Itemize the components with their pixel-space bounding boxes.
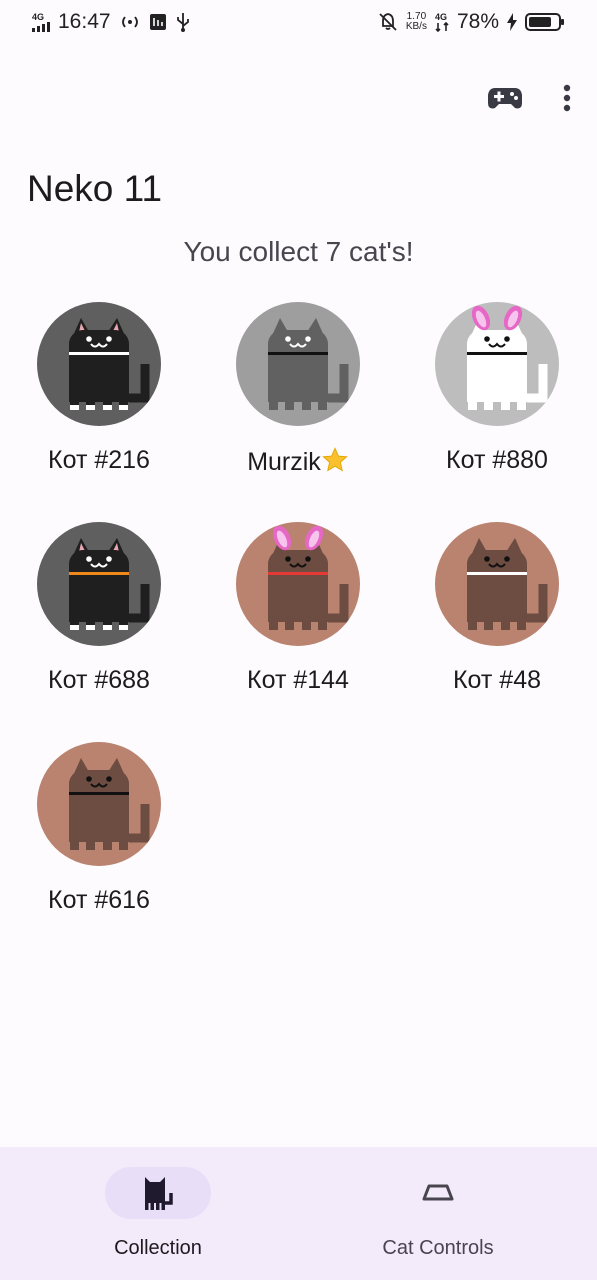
top-actions	[487, 84, 571, 112]
network-type-label: 4G	[32, 11, 45, 22]
usb-debug-icon	[149, 14, 166, 30]
cat-name-label: Кот #616	[48, 886, 150, 914]
battery-icon	[525, 13, 564, 31]
collection-summary: You collect 7 cat's!	[183, 236, 414, 267]
cat-avatar	[37, 742, 161, 866]
status-bar-left: 4G 16:47	[32, 10, 191, 34]
gamepad-icon	[488, 88, 522, 109]
cat-item[interactable]: Кот #688	[0, 522, 199, 695]
cat-item[interactable]: Кот #48	[397, 522, 597, 695]
star-icon	[321, 447, 349, 476]
cat-item[interactable]: Кот #880	[397, 302, 597, 475]
cat-avatar	[37, 522, 161, 646]
cat-name-label: Кот #216	[48, 446, 150, 474]
cat-name-label: Кот #880	[446, 446, 548, 474]
cat-item[interactable]: Кот #216	[0, 302, 199, 475]
cat-avatar	[435, 522, 559, 646]
cat-name: Кот #880	[446, 446, 548, 475]
clock: 16:47	[58, 10, 111, 33]
bottom-navigation: Collection Cat Controls	[0, 1147, 597, 1280]
cat-name-label: Кот #48	[452, 666, 542, 694]
more-vert-icon	[563, 84, 571, 112]
nav-pill-cat-controls	[385, 1167, 491, 1219]
status-bar-right: 1.70 KB/s 4G 78%	[378, 10, 565, 34]
cat-icon	[145, 1177, 173, 1210]
data-network-label: 4G	[434, 11, 447, 22]
hotspot-icon	[121, 16, 138, 28]
cat-avatar	[435, 302, 559, 426]
cat-icon	[467, 305, 548, 410]
food-bowl-icon	[422, 1184, 454, 1201]
cat-icon	[69, 758, 150, 850]
cat-avatar	[37, 302, 161, 426]
bell-off-icon	[379, 13, 397, 31]
network-speed: 1.70 KB/s	[405, 11, 427, 32]
cat-icon	[467, 538, 548, 630]
cat-avatar	[236, 522, 360, 646]
nav-label-collection: Collection	[114, 1237, 202, 1259]
app-title: Neko 11	[27, 168, 163, 209]
status-bar: 4G 16:47 1.70 KB/s 4G 78%	[0, 0, 597, 48]
battery-percent: 78%	[456, 10, 499, 33]
cat-avatar	[236, 302, 360, 426]
cat-item[interactable]: Кот #144	[198, 522, 398, 695]
cat-icon	[268, 318, 349, 410]
nav-label-cat-controls: Cat Controls	[382, 1237, 494, 1259]
data-signal-icon: 4G	[434, 11, 449, 32]
gamepad-button[interactable]	[487, 85, 523, 111]
cat-name-label: Кот #144	[247, 666, 349, 694]
cat-icon	[69, 538, 150, 630]
cell-signal-icon: 4G	[32, 11, 50, 32]
charging-icon	[507, 13, 517, 31]
cat-icon	[69, 318, 150, 410]
cat-name: Кот #144	[247, 666, 349, 695]
nav-pill-collection	[105, 1167, 211, 1219]
cat-name: Кот #48	[453, 666, 541, 695]
cat-name-label: Murzik	[247, 448, 321, 476]
cat-name: Кот #616	[48, 886, 150, 915]
cat-item[interactable]: Кот #616	[0, 742, 199, 915]
cat-icon	[268, 525, 349, 630]
usb-icon	[176, 13, 189, 32]
cat-name-label: Кот #688	[48, 666, 150, 694]
nav-item-cat-controls[interactable]: Cat Controls	[338, 1167, 538, 1260]
cat-name: Кот #688	[48, 666, 150, 695]
cat-name: Murzik	[247, 446, 349, 477]
more-options-button[interactable]	[563, 84, 571, 112]
cat-item[interactable]: Murzik	[198, 302, 398, 477]
nav-item-collection[interactable]: Collection	[58, 1167, 258, 1260]
cat-name: Кот #216	[48, 446, 150, 475]
